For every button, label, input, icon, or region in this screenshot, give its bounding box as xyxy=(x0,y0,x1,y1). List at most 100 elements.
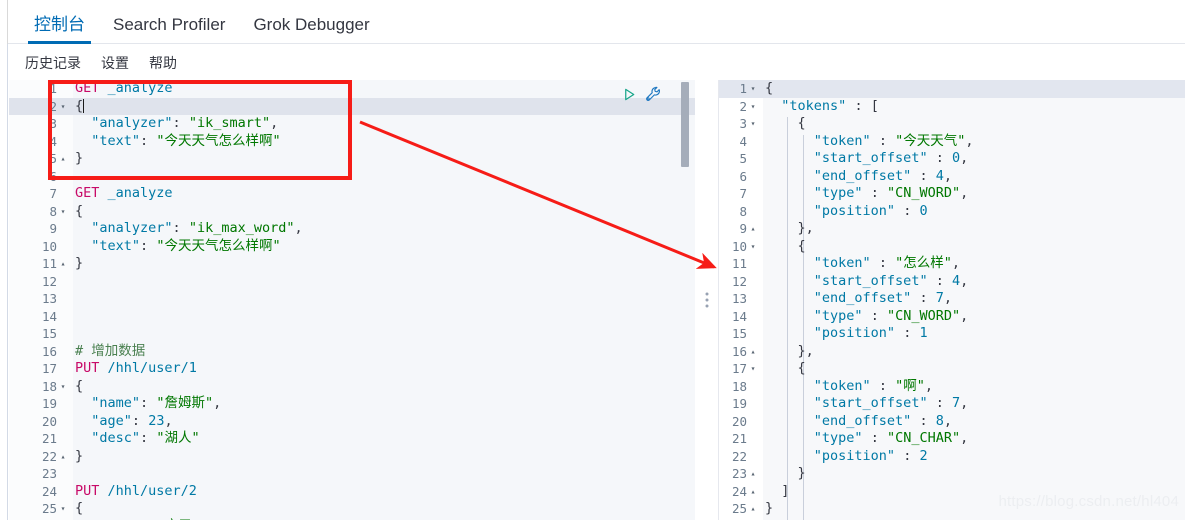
fold-toggle-icon[interactable]: ▴ xyxy=(747,465,759,483)
code-line-text: "desc": "湖人" xyxy=(91,430,200,446)
code-line[interactable]: 12 xyxy=(9,273,695,291)
top-tab-bar: 控制台 Search Profiler Grok Debugger xyxy=(8,0,1185,44)
fold-toggle-icon[interactable]: ▴ xyxy=(57,448,69,466)
pane-splitter[interactable] xyxy=(695,80,718,520)
tab-0[interactable]: 控制台 xyxy=(20,16,99,44)
code-line[interactable]: 8 ▾ { xyxy=(9,203,695,221)
code-line[interactable]: 11 "token" : "怎么样", xyxy=(719,255,1185,273)
code-line[interactable]: 3 ▾ { xyxy=(719,115,1185,133)
code-line[interactable]: 22 "position" : 2 xyxy=(719,448,1185,466)
fold-toggle-icon[interactable]: ▾ xyxy=(57,98,69,116)
request-editor-pane[interactable]: 1 GET _analyze 2 ▾{3 "analyzer": "ik_smart"… xyxy=(9,80,695,520)
submenu-item-1[interactable]: 设置 xyxy=(101,53,129,73)
fold-toggle-icon[interactable]: ▴ xyxy=(57,255,69,273)
wrench-icon[interactable] xyxy=(645,86,662,103)
fold-toggle-icon[interactable]: ▾ xyxy=(57,203,69,221)
request-scrollbar-track[interactable] xyxy=(681,80,692,520)
code-line-text: PUT /hhl/user/2 xyxy=(75,482,197,499)
fold-toggle-icon[interactable]: ▾ xyxy=(747,360,759,378)
code-line[interactable]: 23 ▴ } xyxy=(719,465,1185,483)
code-line[interactable]: 19 "start_offset" : 7, xyxy=(719,395,1185,413)
code-line[interactable]: 2 ▾ "tokens" : [ xyxy=(719,98,1185,116)
fold-toggle-icon[interactable]: ▴ xyxy=(747,500,759,518)
code-line[interactable]: 18 ▾ { xyxy=(9,378,695,396)
request-code[interactable]: 1 GET _analyze 2 ▾{3 "analyzer": "ik_smart"… xyxy=(9,80,695,520)
line-number: 7 xyxy=(739,186,747,201)
code-line[interactable]: 8 "position" : 0 xyxy=(719,203,1185,221)
fold-toggle-icon[interactable]: ▾ xyxy=(747,80,759,98)
code-line[interactable]: 7 "type" : "CN_WORD", xyxy=(719,185,1185,203)
fold-toggle-icon[interactable]: ▴ xyxy=(747,343,759,361)
code-line[interactable]: 13 "end_offset" : 7, xyxy=(719,290,1185,308)
code-line[interactable]: 16 # 增加数据 xyxy=(9,343,695,361)
fold-toggle-icon[interactable]: ▾ xyxy=(747,98,759,116)
fold-toggle-icon[interactable]: ▴ xyxy=(747,483,759,501)
code-line-text: "position" : 0 xyxy=(813,202,928,219)
code-line[interactable]: 17 PUT /hhl/user/1 xyxy=(9,360,695,378)
kibana-console-window: 控制台 Search Profiler Grok Debugger 历史记录 设置 帮助… xyxy=(0,0,1185,520)
code-line[interactable]: 21 "type" : "CN_CHAR", xyxy=(719,430,1185,448)
submenu-item-0[interactable]: 历史记录 xyxy=(25,53,81,73)
line-number: 22 xyxy=(41,448,57,464)
code-line[interactable]: 5 "start_offset" : 0, xyxy=(719,150,1185,168)
code-line[interactable]: 13 xyxy=(9,290,695,308)
code-line[interactable]: 12 "start_offset" : 4, xyxy=(719,273,1185,291)
code-line[interactable]: 22 ▴} xyxy=(9,448,695,466)
line-number: 17 xyxy=(41,361,57,376)
line-number: 21 xyxy=(41,431,57,446)
code-line[interactable]: 9 "analyzer": "ik_max_word", xyxy=(9,220,695,238)
code-line[interactable]: 24 PUT /hhl/user/2 xyxy=(9,483,695,501)
fold-toggle-icon[interactable]: ▾ xyxy=(747,115,759,133)
request-scrollbar-thumb[interactable] xyxy=(681,82,689,167)
code-line[interactable]: 5 ▴} xyxy=(9,150,695,168)
fold-toggle-icon[interactable]: ▾ xyxy=(747,238,759,256)
code-line[interactable]: 7 GET _analyze xyxy=(9,185,695,203)
code-line[interactable]: 15 xyxy=(9,325,695,343)
line-number: 20 xyxy=(731,413,747,429)
code-line[interactable]: 4 "token" : "今天天气", xyxy=(719,133,1185,151)
code-line[interactable]: 6 "end_offset" : 4, xyxy=(719,168,1185,186)
code-line[interactable]: 15 "position" : 1 xyxy=(719,325,1185,343)
code-line-text: } xyxy=(75,255,84,271)
code-line[interactable]: 21 "desc": "湖人" xyxy=(9,430,695,448)
code-line[interactable]: 23 xyxy=(9,465,695,483)
code-line[interactable]: 14 xyxy=(9,308,695,326)
code-line[interactable]: 1 ▾ { xyxy=(719,80,1185,98)
code-line[interactable]: 3 "analyzer": "ik_smart", xyxy=(9,115,695,133)
code-line[interactable]: 10 "text": "今天天气怎么样啊" xyxy=(9,238,695,256)
code-line[interactable]: 11 ▴} xyxy=(9,255,695,273)
code-line[interactable]: 9 ▴ }, xyxy=(719,220,1185,238)
code-line-text: { xyxy=(797,115,806,131)
response-editor-pane[interactable]: 1 ▾{2 ▾ "tokens" : [3 ▾ {4 "token" : "今天天气"… xyxy=(718,80,1185,520)
code-line[interactable]: 25 ▾ { xyxy=(9,500,695,518)
tab-1[interactable]: Search Profiler xyxy=(99,16,239,44)
code-line[interactable]: 17 ▾ { xyxy=(719,360,1185,378)
code-line[interactable]: 18 "token" : "啊", xyxy=(719,378,1185,396)
line-number: 8 xyxy=(739,203,747,219)
response-code[interactable]: 1 ▾{2 ▾ "tokens" : [3 ▾ {4 "token" : "今天天气"… xyxy=(719,80,1185,520)
fold-toggle-icon[interactable]: ▾ xyxy=(57,378,69,396)
line-number: 9 xyxy=(739,221,747,236)
tab-2[interactable]: Grok Debugger xyxy=(239,16,383,44)
code-line-text: "type" : "CN_WORD", xyxy=(813,307,969,324)
fold-toggle-icon[interactable]: ▾ xyxy=(57,500,69,518)
line-number: 6 xyxy=(739,168,747,184)
code-line[interactable]: 6 xyxy=(9,168,695,186)
fold-toggle-icon[interactable]: ▴ xyxy=(57,150,69,168)
code-line[interactable]: 14 "type" : "CN_WORD", xyxy=(719,308,1185,326)
code-line[interactable]: 1 GET _analyze xyxy=(9,80,695,98)
code-line-text: "text": "今天天气怎么样啊" xyxy=(91,132,281,149)
fold-toggle-icon[interactable]: ▴ xyxy=(747,220,759,238)
code-line-text: }, xyxy=(797,342,814,359)
code-line[interactable]: 20 "age": 23, xyxy=(9,413,695,431)
code-line[interactable]: 20 "end_offset" : 8, xyxy=(719,413,1185,431)
code-line-text: "position" : 2 xyxy=(813,447,928,464)
play-icon[interactable] xyxy=(622,87,637,102)
code-line[interactable]: 16 ▴ }, xyxy=(719,343,1185,361)
submenu-item-2[interactable]: 帮助 xyxy=(149,53,177,73)
code-line[interactable]: 4 "text": "今天天气怎么样啊" xyxy=(9,133,695,151)
code-line[interactable]: 10 ▾ { xyxy=(719,238,1185,256)
code-line[interactable]: 2 ▾ { xyxy=(9,97,695,116)
code-line[interactable]: 19 "name": "詹姆斯", xyxy=(9,395,695,413)
line-number: 17 xyxy=(731,361,747,376)
